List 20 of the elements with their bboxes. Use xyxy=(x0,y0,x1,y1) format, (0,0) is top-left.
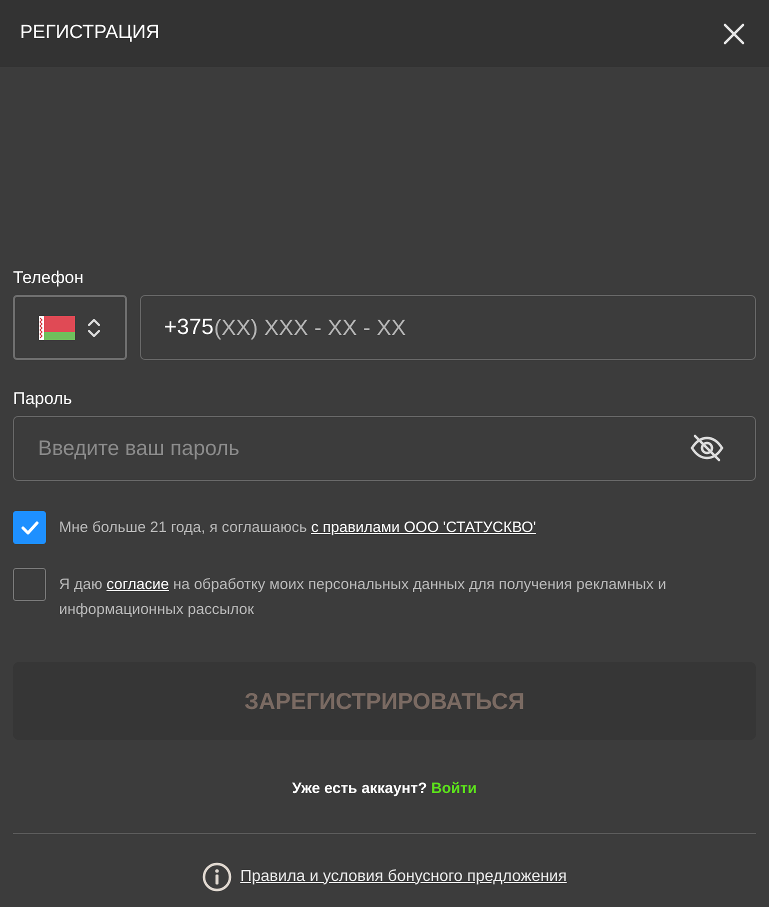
login-prompt: Уже есть аккаунт? xyxy=(292,779,428,799)
country-select[interactable] xyxy=(13,295,127,360)
close-icon[interactable] xyxy=(723,22,745,44)
consent-text: Мне больше 21 года, я соглашаюсь с правилами ООО 'СТАТУСКВО' xyxy=(59,518,536,538)
password-field[interactable]: Введите ваш пароль xyxy=(13,416,756,481)
consent-link[interactable]: согласие xyxy=(106,576,169,593)
consent-text: Я даю согласие на обработку моих персональных данных для получения рекламных и информационных рассылок xyxy=(59,575,668,620)
phone-prefix: +375 xyxy=(164,313,214,341)
consent-link[interactable]: с правилами ООО 'СТАТУСКВО' xyxy=(311,519,536,536)
eye-slash-icon[interactable] xyxy=(690,434,724,462)
checkbox[interactable] xyxy=(13,511,46,544)
window-title: РЕГИСТРАЦИЯ xyxy=(20,21,160,46)
check-icon xyxy=(20,520,38,536)
bonus-terms-link[interactable]: Правила и условия бонусного предложения xyxy=(240,864,567,888)
login-link[interactable]: Войти xyxy=(431,778,477,800)
flag-icon xyxy=(39,316,75,340)
field-label: Телефон xyxy=(13,267,85,289)
checkbox[interactable] xyxy=(13,568,46,601)
info-icon xyxy=(202,862,232,892)
field-label: Пароль xyxy=(13,388,73,410)
